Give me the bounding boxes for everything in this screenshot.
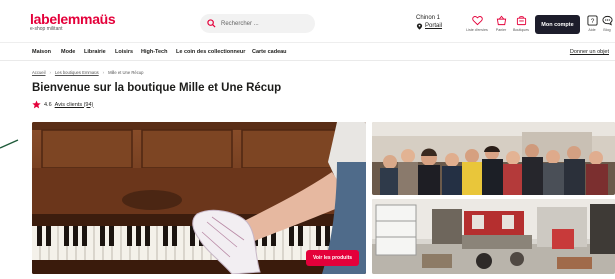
team-image bbox=[372, 122, 615, 195]
star-icon bbox=[32, 100, 41, 109]
rating-score: 4.6 bbox=[44, 101, 52, 108]
store-photo-piano: Voir les produits bbox=[32, 122, 366, 274]
search-placeholder: Rechercher ... bbox=[221, 20, 259, 27]
breadcrumb-separator: › bbox=[102, 70, 105, 75]
location-city: Chinon 1 bbox=[416, 15, 441, 21]
chat-bubble-icon bbox=[601, 15, 613, 26]
account-button[interactable]: Mon compte bbox=[535, 15, 580, 34]
main-nav: Maison Mode Librairie Loisirs High-Tech … bbox=[0, 42, 615, 61]
breadcrumb-current: Mille et Une Récup bbox=[108, 70, 144, 75]
help-icon: ? bbox=[586, 15, 598, 26]
logo[interactable]: labelemmaüs e-shop militant bbox=[30, 11, 116, 32]
nav-item-mode[interactable]: Mode bbox=[61, 49, 75, 55]
breadcrumb: Accueil › Les boutiques Emmaüs › Mille e… bbox=[32, 70, 143, 75]
breadcrumb-separator: › bbox=[49, 70, 51, 75]
basket-icon bbox=[496, 15, 506, 26]
reviews-link[interactable]: Avis clients (94) bbox=[55, 102, 94, 108]
search-input[interactable]: Rechercher ... bbox=[200, 14, 315, 33]
store-photo-interior bbox=[372, 199, 615, 274]
heart-icon bbox=[471, 16, 483, 26]
location-link[interactable]: Portail bbox=[416, 22, 442, 30]
help-button[interactable]: ? Aide bbox=[585, 15, 599, 32]
bag-icon bbox=[516, 16, 526, 26]
stores-button[interactable]: Boutiques bbox=[509, 15, 533, 32]
decorative-line bbox=[0, 139, 19, 149]
breadcrumb-home[interactable]: Accueil bbox=[32, 70, 46, 75]
site-header: labelemmaüs e-shop militant Rechercher .… bbox=[0, 0, 615, 42]
interior-image bbox=[372, 199, 615, 274]
nav-item-carte-cadeau[interactable]: Carte cadeau bbox=[252, 49, 287, 55]
logo-wordmark: labelemmaüs bbox=[30, 11, 116, 27]
wishlist-button[interactable]: Liste d'envies bbox=[465, 15, 489, 32]
breadcrumb-stores[interactable]: Les boutiques Emmaüs bbox=[55, 70, 99, 75]
map-pin-icon bbox=[416, 22, 423, 30]
nav-item-high-tech[interactable]: High-Tech bbox=[141, 49, 167, 55]
nav-item-loisirs[interactable]: Loisirs bbox=[115, 49, 133, 55]
search-icon bbox=[207, 19, 216, 28]
nav-item-maison[interactable]: Maison bbox=[32, 49, 51, 55]
nav-item-collectionneur[interactable]: Le coin des collectionneur bbox=[176, 49, 245, 55]
store-rating: 4.6 Avis clients (94) bbox=[32, 100, 93, 109]
page-title: Bienvenue sur la boutique Mille et Une R… bbox=[32, 82, 282, 94]
svg-text:?: ? bbox=[590, 18, 594, 25]
donate-object-link[interactable]: Donner un objet bbox=[570, 49, 609, 55]
store-photo-team bbox=[372, 122, 615, 195]
nav-item-librairie[interactable]: Librairie bbox=[84, 49, 106, 55]
store-location[interactable]: Chinon 1 Portail bbox=[416, 14, 442, 30]
blog-button[interactable]: Blog bbox=[600, 15, 614, 32]
view-products-button[interactable]: Voir les produits bbox=[306, 250, 359, 266]
